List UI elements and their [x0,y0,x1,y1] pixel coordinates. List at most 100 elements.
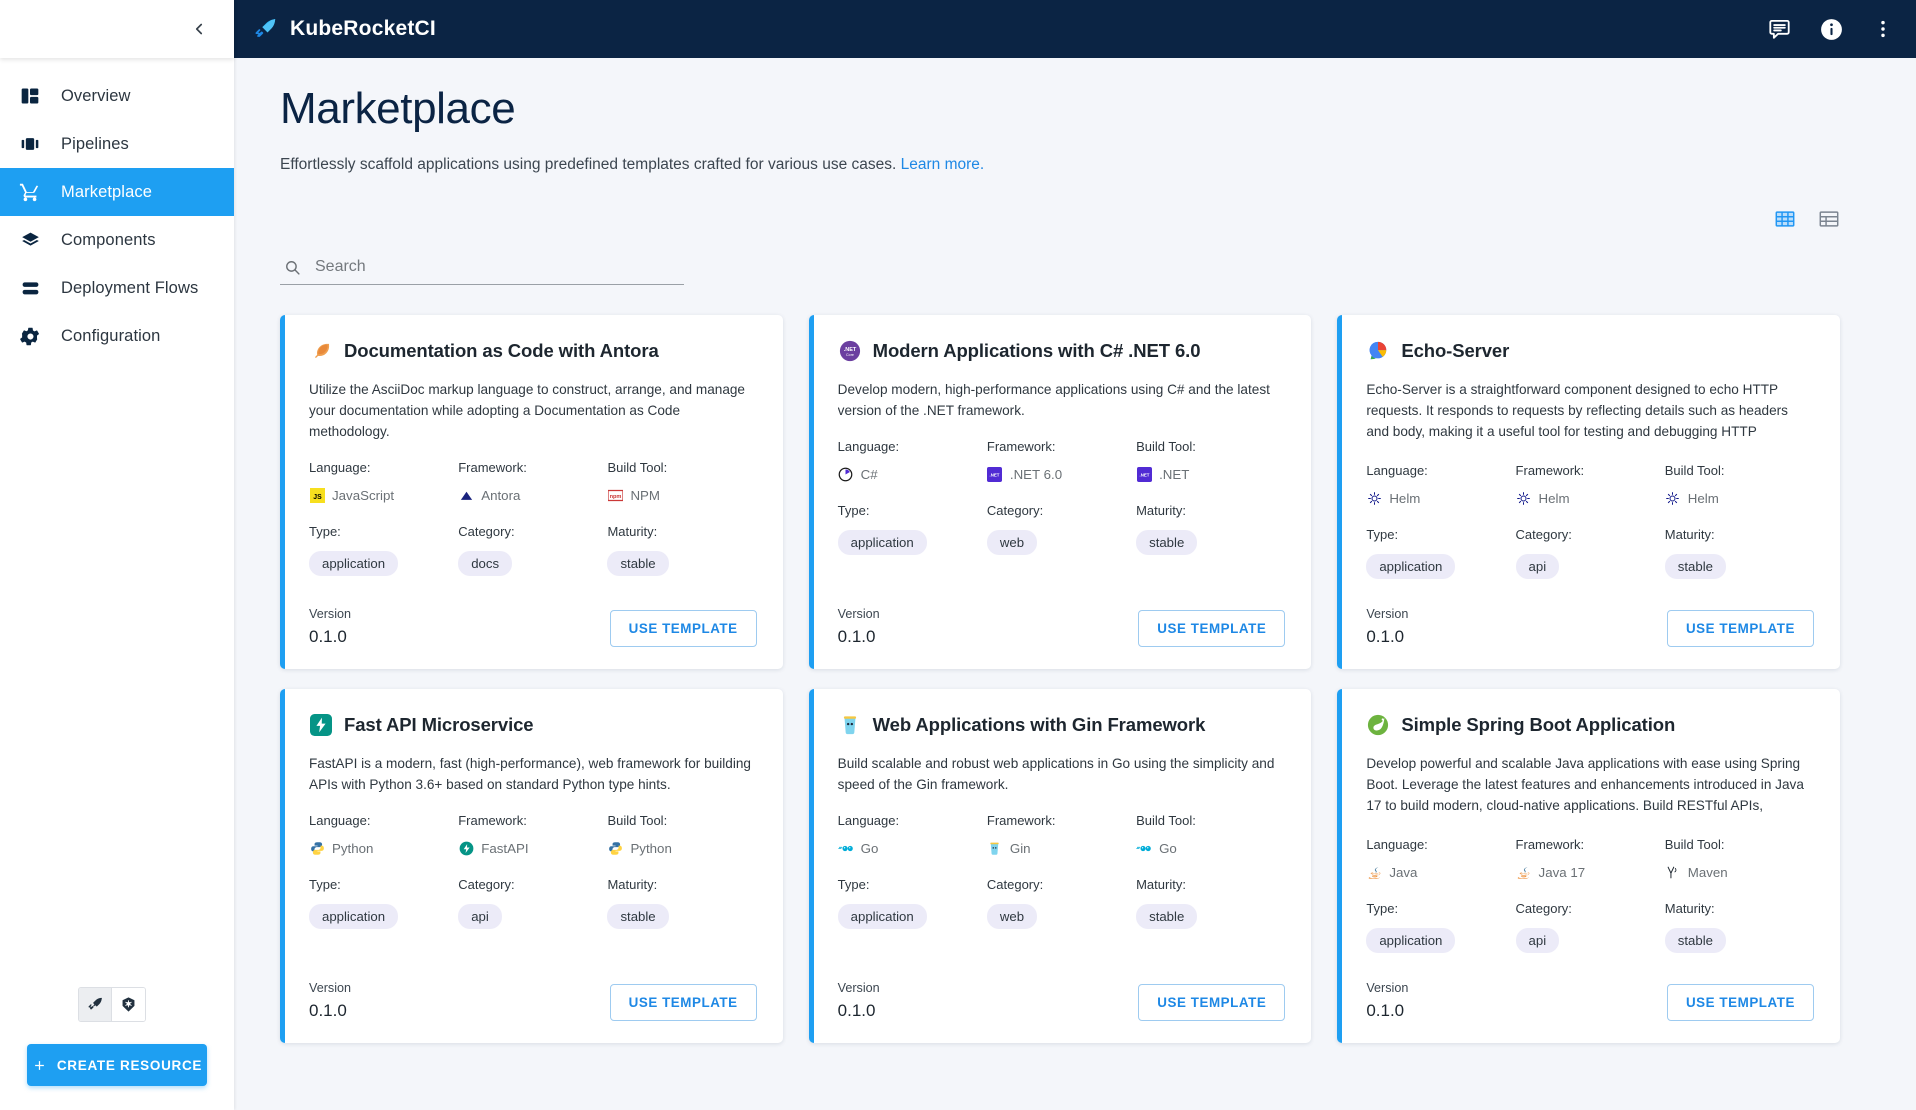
sidebar-footer: CREATE RESOURCE [0,987,234,1110]
category-chip: web [986,904,1038,930]
grid-view-icon[interactable] [1774,208,1796,230]
create-resource-label: CREATE RESOURCE [56,1057,203,1073]
javascript-icon: JS [309,487,325,503]
echo-server-icon [1366,339,1390,363]
page-title: Marketplace [280,84,516,133]
build-tool-text: Maven [1687,864,1728,880]
card-description: Build scalable and robust web applicatio… [837,756,1275,793]
kuberocket-mode-icon[interactable] [79,988,113,1021]
table-view-icon[interactable] [1818,208,1840,230]
use-template-button[interactable]: USE TEMPLATE [609,984,757,1022]
framework-value: .NET .NET 6.0 [987,466,1136,482]
svg-text:.NET: .NET [843,347,856,353]
info-icon[interactable] [1819,17,1844,42]
version-value: 0.1.0 [1366,627,1405,647]
version-value: 0.1.0 [309,1001,347,1021]
helm-icon [1516,490,1532,506]
marketplace-card[interactable]: Fast API Microservice FastAPI is a moder… [280,689,783,1044]
card-header: Documentation as Code with Antora [309,339,757,363]
category-label: Category: [458,877,515,893]
card-title: Echo-Server [1401,340,1510,362]
card-footer: Version 0.1.0 USE TEMPLATE [309,591,757,648]
language-value: C# [838,466,987,482]
search-field[interactable] [280,254,684,286]
sidebar-item-pipelines[interactable]: Pipelines [0,120,234,168]
maturity-label: Maturity: [1664,527,1715,543]
version-label: Version [309,607,352,622]
framework-value: FastAPI [458,840,607,856]
framework-value: Antora [458,487,607,503]
maturity-chip: stable [1664,554,1726,580]
learn-more-link[interactable]: Learn more. [901,156,985,173]
marketplace-card[interactable]: Echo-Server Echo-Server is a straightfor… [1337,315,1840,670]
type-label: Type: [309,524,341,540]
type-label: Type: [837,877,870,893]
marketplace-card[interactable]: Documentation as Code with Antora Utiliz… [280,315,783,670]
go-icon [1136,840,1152,856]
card-meta: Language: Framework: Build Tool: Go Gin … [837,813,1286,941]
view-toggle-group [280,208,1870,230]
framework-label: Framework: [1515,837,1585,853]
marketplace-card[interactable]: .NET Core Modern Applications with C# .NE… [808,315,1312,670]
version-value: 0.1.0 [837,627,876,647]
use-template-button[interactable]: USE TEMPLATE [1138,984,1286,1022]
version-block: Version 0.1.0 [1366,981,1408,1021]
build-tool-text: .NET [1159,466,1190,482]
go-icon [837,840,854,856]
app-root: Overview Pipelines Marketplace Component… [0,0,1916,1110]
use-template-button[interactable]: USE TEMPLATE [609,610,757,648]
sidebar-header [0,0,234,58]
svg-text:.NET: .NET [1139,472,1149,477]
search-input[interactable] [315,258,682,277]
sidebar-item-deployment-flows[interactable]: Deployment Flows [0,264,234,312]
language-text: Helm [1389,490,1421,506]
sidebar-item-components[interactable]: Components [0,216,234,264]
language-label: Language: [1366,837,1428,853]
kebab-menu-icon[interactable] [1872,18,1894,40]
build-tool-label: Build Tool: [1136,439,1196,455]
version-label: Version [1366,607,1409,622]
type-label: Type: [837,503,870,519]
language-value: Java [1366,864,1515,880]
marketplace-card-grid: Documentation as Code with Antora Utiliz… [280,315,1870,1044]
marketplace-card[interactable]: Simple Spring Boot Application Develop p… [1337,689,1840,1044]
framework-label: Framework: [986,813,1056,829]
pipelines-icon [10,134,50,154]
sidebar-item-configuration[interactable]: Configuration [0,312,234,360]
language-text: C# [860,466,878,482]
build-tool-label: Build Tool: [607,813,668,829]
card-meta: Language: Framework: Build Tool: Python [309,813,757,941]
gin-icon [987,840,1003,856]
marketplace-card[interactable]: Web Applications with Gin Framework Buil… [808,689,1312,1044]
use-template-button[interactable]: USE TEMPLATE [1666,984,1814,1022]
category-chip: api [1515,928,1560,954]
category-chip: web [986,530,1038,556]
card-title: Fast API Microservice [344,714,534,736]
gear-icon [10,326,50,347]
chat-icon[interactable] [1768,18,1791,41]
brand[interactable]: KubeRocketCI [252,16,436,43]
java-icon [1366,864,1382,880]
language-text: JavaScript [332,487,395,503]
category-label: Category: [1515,901,1572,917]
sidebar-item-overview[interactable]: Overview [0,72,234,120]
build-tool-value: Helm [1665,490,1814,506]
language-text: Go [860,840,879,856]
create-resource-button[interactable]: CREATE RESOURCE [27,1044,207,1086]
card-description: Develop modern, high-performance applica… [837,382,1270,419]
collapse-sidebar-button[interactable] [186,16,212,42]
use-template-button[interactable]: USE TEMPLATE [1138,610,1286,648]
sidebar-item-marketplace[interactable]: Marketplace [0,168,234,216]
sidebar: Overview Pipelines Marketplace Component… [0,0,234,1110]
build-tool-label: Build Tool: [1664,837,1725,853]
use-template-button[interactable]: USE TEMPLATE [1666,610,1814,648]
svg-text:Core: Core [846,353,854,357]
dotnet-badge-icon: .NET [987,466,1003,482]
kubernetes-mode-icon[interactable] [112,988,145,1021]
card-footer: Version 0.1.0 USE TEMPLATE [1366,591,1814,648]
main-area: KubeRocketCI Marketplace Effortlessly sc… [234,0,1916,1110]
card-header: Echo-Server [1366,339,1814,363]
java-icon [1516,864,1532,880]
card-meta: Language: Framework: Build Tool: Helm He… [1366,463,1814,591]
framework-text: Antora [481,487,521,503]
